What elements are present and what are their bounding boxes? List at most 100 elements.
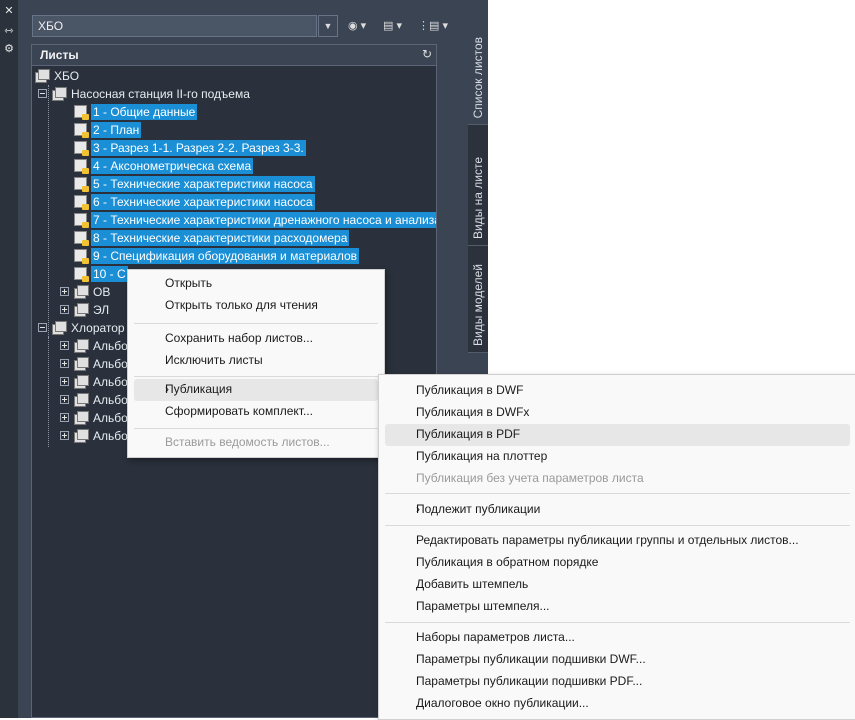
- sheet-set-dropdown[interactable]: ХБО: [32, 15, 317, 37]
- menu-item-label: Вставить ведомость листов...: [165, 435, 330, 449]
- remove-sheets-item[interactable]: Исключить листы: [134, 350, 378, 372]
- subset-icon: [74, 339, 89, 353]
- toolbar-view-button[interactable]: ◉ ▾: [348, 17, 366, 35]
- tab-sheet-list[interactable]: Список листов: [468, 0, 488, 125]
- publish-pdf-item[interactable]: Публикация в PDF: [385, 424, 850, 446]
- publish-dwf-item[interactable]: Публикация в DWF: [385, 380, 850, 402]
- chevron-right-icon: ›: [165, 382, 169, 396]
- menu-item-label: Наборы параметров листа...: [416, 630, 575, 644]
- tree-item-label: Альбо: [93, 357, 128, 371]
- sheet-item[interactable]: 6 - Технические характеристики насоса: [32, 193, 436, 211]
- menu-separator: [134, 323, 378, 324]
- subset-icon: [74, 429, 89, 443]
- menu-separator: [385, 493, 850, 494]
- menu-item-label: Открыть только для чтения: [165, 298, 318, 312]
- sheet-item[interactable]: 8 - Технические характеристики расходоме…: [32, 229, 436, 247]
- sheet-icon: [74, 267, 89, 282]
- sheet-icon: [74, 231, 89, 246]
- save-sheet-set-item[interactable]: Сохранить набор листов...: [134, 328, 378, 350]
- tree-item-label: Альбо: [93, 375, 128, 389]
- dwf-publish-options-item[interactable]: Параметры публикации подшивки DWF...: [385, 649, 850, 671]
- sheet-set-icon: [35, 69, 50, 83]
- tree-item-label: Альбо: [93, 339, 128, 353]
- sheet-item[interactable]: 1 - Общие данные: [32, 103, 436, 121]
- tree-item-label: 9 - Спецификация оборудования и материал…: [91, 248, 360, 264]
- tree-item-label: 2 - План: [91, 122, 142, 138]
- menu-item-label: Диалоговое окно публикации...: [416, 696, 589, 710]
- menu-item-label: Параметры публикации подшивки PDF...: [416, 674, 643, 688]
- page-setups-item[interactable]: Наборы параметров листа...: [385, 627, 850, 649]
- tree-item-label: ХБО: [54, 69, 80, 83]
- subset-icon: [74, 375, 89, 389]
- stamp-settings-item[interactable]: Параметры штемпеля...: [385, 596, 850, 618]
- subset-item[interactable]: Насосная станция II-го подъема: [32, 85, 436, 103]
- subset-icon: [74, 285, 89, 299]
- chevron-down-icon[interactable]: ▼: [318, 15, 338, 37]
- refresh-icon[interactable]: ↻: [422, 47, 432, 61]
- subset-icon: [74, 411, 89, 425]
- expand-icon[interactable]: [60, 431, 69, 440]
- menu-item-label: Открыть: [165, 276, 213, 290]
- menu-item-label: Сохранить набор листов...: [165, 331, 313, 345]
- collapse-icon[interactable]: [38, 89, 47, 98]
- etransmit-item[interactable]: Сформировать комплект...: [134, 401, 378, 423]
- pdf-publish-options-item[interactable]: Параметры публикации подшивки PDF...: [385, 671, 850, 693]
- expand-icon[interactable]: [60, 395, 69, 404]
- add-stamp-item[interactable]: Добавить штемпель: [385, 574, 850, 596]
- open-read-only-item[interactable]: Открыть только для чтения: [134, 295, 378, 317]
- palette-side-strip: ✕ ⇿ ⚙: [0, 0, 18, 718]
- include-for-publish-item[interactable]: Подлежит публикации ›: [385, 499, 850, 521]
- tree-item-label: 3 - Разрез 1-1. Разрез 2-2. Разрез 3-3.: [91, 140, 306, 156]
- publish-item[interactable]: Публикация ›: [134, 379, 378, 401]
- sheet-item[interactable]: 5 - Технические характеристики насоса: [32, 175, 436, 193]
- close-icon[interactable]: ✕: [2, 4, 16, 18]
- menu-item-label: Параметры штемпеля...: [416, 599, 550, 613]
- tree-item-label: 8 - Технические характеристики расходоме…: [91, 230, 350, 246]
- tree-item-label: 1 - Общие данные: [91, 104, 198, 120]
- insert-sheet-list-item: Вставить ведомость листов...: [134, 432, 378, 454]
- expand-icon[interactable]: [60, 359, 69, 368]
- subset-item[interactable]: ХБО: [32, 67, 436, 85]
- sheet-icon: [74, 195, 89, 210]
- menu-separator: [134, 428, 378, 429]
- menu-item-label: Публикация в PDF: [416, 427, 521, 441]
- expand-icon[interactable]: [60, 413, 69, 422]
- toolbar-publish-button[interactable]: ▤ ▾: [383, 17, 402, 35]
- publish-dwfx-item[interactable]: Публикация в DWFx: [385, 402, 850, 424]
- sheet-item[interactable]: 9 - Спецификация оборудования и материал…: [32, 247, 436, 265]
- publish-reverse-order-item[interactable]: Публикация в обратном порядке: [385, 552, 850, 574]
- tree-item-label: 5 - Технические характеристики насоса: [91, 176, 315, 192]
- sheet-icon: [74, 177, 89, 192]
- sheet-item[interactable]: 4 - Аксонометрическа схема: [32, 157, 436, 175]
- expand-icon[interactable]: [60, 341, 69, 350]
- publish-plotter-item[interactable]: Публикация на плоттер: [385, 446, 850, 468]
- subset-icon: [52, 87, 67, 101]
- edit-publish-params-item[interactable]: Редактировать параметры публикации групп…: [385, 530, 850, 552]
- properties-icon[interactable]: ⚙: [2, 42, 16, 56]
- sheet-item[interactable]: 3 - Разрез 1-1. Разрез 2-2. Разрез 3-3.: [32, 139, 436, 157]
- auto-hide-icon[interactable]: ⇿: [2, 24, 16, 38]
- menu-item-label: Публикация на плоттер: [416, 449, 548, 463]
- menu-item-label: Редактировать параметры публикации групп…: [416, 533, 799, 547]
- expand-icon[interactable]: [60, 377, 69, 386]
- menu-item-label: Публикация без учета параметров листа: [416, 471, 644, 485]
- expand-icon[interactable]: [60, 305, 69, 314]
- publish-no-setup-item: Публикация без учета параметров листа: [385, 468, 850, 490]
- collapse-icon[interactable]: [38, 323, 47, 332]
- expand-icon[interactable]: [60, 287, 69, 296]
- tree-item-label: Альбо: [93, 411, 128, 425]
- toolbar-tools-button[interactable]: ⋮▤ ▾: [418, 17, 448, 35]
- publish-submenu: Публикация в DWF Публикация в DWFx Публика…: [378, 374, 855, 720]
- menu-item-label: Параметры публикации подшивки DWF...: [416, 652, 646, 666]
- open-item[interactable]: Открыть: [134, 273, 378, 295]
- menu-item-label: Публикация в DWFx: [416, 405, 530, 419]
- tab-sheet-views[interactable]: Виды на листе: [468, 125, 488, 246]
- subset-icon: [74, 357, 89, 371]
- tab-model-views[interactable]: Виды моделей: [468, 246, 488, 353]
- tree-item-label: Насосная станция II-го подъема: [71, 87, 250, 101]
- sheet-item[interactable]: 7 - Технические характеристики дренажног…: [32, 211, 436, 229]
- context-menu: Открыть Открыть только для чтения Сохранит…: [127, 269, 385, 458]
- publish-dialog-item[interactable]: Диалоговое окно публикации...: [385, 693, 850, 715]
- sheet-item[interactable]: 2 - План: [32, 121, 436, 139]
- sheet-set-name: ХБО: [38, 19, 64, 33]
